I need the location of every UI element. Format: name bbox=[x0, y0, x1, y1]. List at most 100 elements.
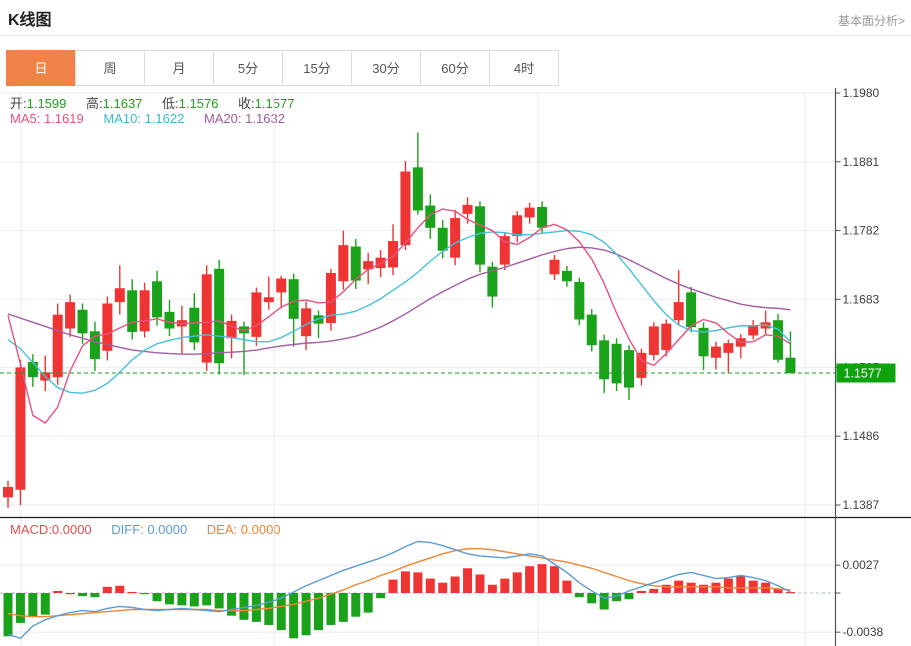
candle-body bbox=[425, 206, 435, 228]
macd-bar bbox=[41, 593, 50, 615]
macd-bar bbox=[66, 593, 75, 594]
tab-30分[interactable]: 30分 bbox=[351, 50, 421, 86]
kline-chart-svg[interactable]: 1.19801.18811.17821.16831.15851.14861.13… bbox=[0, 88, 911, 646]
kline-page: K线图 基本面分析> 日周月5分15分30分60分4时 开:1.1599 高:1… bbox=[0, 0, 911, 646]
candle-body bbox=[413, 167, 423, 210]
tab-60分[interactable]: 60分 bbox=[420, 50, 490, 86]
page-title: K线图 bbox=[8, 6, 52, 30]
candle-body bbox=[227, 321, 237, 338]
period-tabbar: 日周月5分15分30分60分4时 bbox=[7, 50, 559, 86]
macd-bar bbox=[389, 580, 398, 593]
macd-bar bbox=[600, 593, 609, 609]
macd-bar bbox=[687, 583, 696, 593]
candle-body bbox=[53, 315, 63, 378]
macd-tick-label: 0.0027 bbox=[843, 558, 880, 572]
macd-bar bbox=[711, 583, 720, 593]
macd-bar bbox=[177, 593, 186, 605]
macd-bar bbox=[426, 579, 435, 593]
ma5-line bbox=[8, 209, 790, 423]
tab-15分[interactable]: 15分 bbox=[282, 50, 352, 86]
macd-bar bbox=[736, 575, 745, 593]
chart-area[interactable]: 1.19801.18811.17821.16831.15851.14861.13… bbox=[0, 88, 911, 646]
macd-bar bbox=[538, 564, 547, 593]
candle-body bbox=[674, 302, 684, 320]
macd-bar bbox=[53, 591, 62, 593]
tab-4时[interactable]: 4时 bbox=[489, 50, 559, 86]
candle-body bbox=[164, 312, 174, 329]
macd-tick-label: -0.0038 bbox=[843, 625, 884, 639]
candle-body bbox=[661, 324, 671, 350]
candle-body bbox=[214, 269, 224, 363]
current-price-value: 1.1577 bbox=[844, 366, 882, 380]
candle-body bbox=[574, 282, 584, 320]
candle-body bbox=[612, 344, 622, 384]
candle-body bbox=[276, 279, 286, 293]
candle-body bbox=[537, 207, 547, 228]
candle-body bbox=[65, 302, 75, 328]
tab-5分[interactable]: 5分 bbox=[213, 50, 283, 86]
tab-周[interactable]: 周 bbox=[75, 50, 145, 86]
candle-body bbox=[649, 326, 659, 354]
macd-bar bbox=[749, 581, 758, 593]
macd-bar bbox=[786, 592, 795, 593]
candle-body bbox=[78, 310, 88, 334]
candle-body bbox=[400, 172, 410, 246]
candle-body bbox=[512, 215, 522, 236]
candle-body bbox=[351, 247, 361, 281]
candle-body bbox=[127, 290, 137, 332]
macd-bar bbox=[401, 571, 410, 593]
macd-bar bbox=[351, 593, 360, 617]
candle-body bbox=[549, 260, 559, 275]
macd-bar bbox=[302, 593, 311, 635]
candle-body bbox=[289, 279, 299, 319]
macd-bar bbox=[78, 593, 87, 596]
candle-body bbox=[338, 245, 348, 281]
macd-bar bbox=[525, 566, 534, 593]
candle-body bbox=[152, 281, 162, 317]
macd-bar bbox=[16, 593, 25, 623]
macd-bar bbox=[550, 566, 559, 593]
macd-bar bbox=[488, 585, 497, 593]
price-tick-label: 1.1980 bbox=[843, 88, 880, 100]
candle-body bbox=[450, 218, 460, 258]
candle-body bbox=[115, 288, 125, 302]
macd-bar bbox=[153, 593, 162, 601]
candle-body bbox=[525, 208, 535, 218]
tab-月[interactable]: 月 bbox=[144, 50, 214, 86]
macd-bar bbox=[115, 586, 124, 593]
macd-bar bbox=[513, 572, 522, 593]
macd-bar bbox=[451, 577, 460, 593]
diff-line bbox=[8, 541, 790, 638]
macd-bar bbox=[562, 581, 571, 593]
price-tick-label: 1.1387 bbox=[843, 498, 880, 512]
candle-body bbox=[463, 205, 473, 214]
macd-bar bbox=[500, 579, 509, 593]
macd-bar bbox=[339, 593, 348, 622]
candle-body bbox=[140, 290, 150, 331]
candle-body bbox=[388, 241, 398, 267]
candle-body bbox=[28, 362, 38, 377]
macd-bar bbox=[438, 583, 447, 593]
macd-bar bbox=[575, 593, 584, 597]
candle-body bbox=[723, 343, 733, 353]
macd-bar bbox=[252, 593, 261, 622]
macd-bar bbox=[625, 593, 634, 599]
current-price-tag: 1.1577 bbox=[837, 363, 896, 382]
macd-bar bbox=[463, 568, 472, 593]
fundamental-analysis-link[interactable]: 基本面分析> bbox=[838, 12, 905, 29]
ma10-line bbox=[8, 231, 790, 394]
ma20-line bbox=[8, 247, 790, 354]
candle-body bbox=[624, 350, 634, 388]
macd-bar bbox=[364, 593, 373, 613]
candle-body bbox=[3, 487, 13, 497]
tab-日[interactable]: 日 bbox=[6, 50, 76, 86]
candle-body bbox=[587, 315, 597, 346]
candle-body bbox=[264, 297, 274, 302]
macd-bar bbox=[227, 593, 236, 616]
macd-bar bbox=[587, 593, 596, 603]
macd-bar bbox=[140, 593, 149, 594]
candle-body bbox=[748, 325, 758, 335]
candle-body bbox=[711, 347, 721, 358]
macd-bar bbox=[103, 587, 112, 593]
macd-bar bbox=[376, 593, 385, 598]
